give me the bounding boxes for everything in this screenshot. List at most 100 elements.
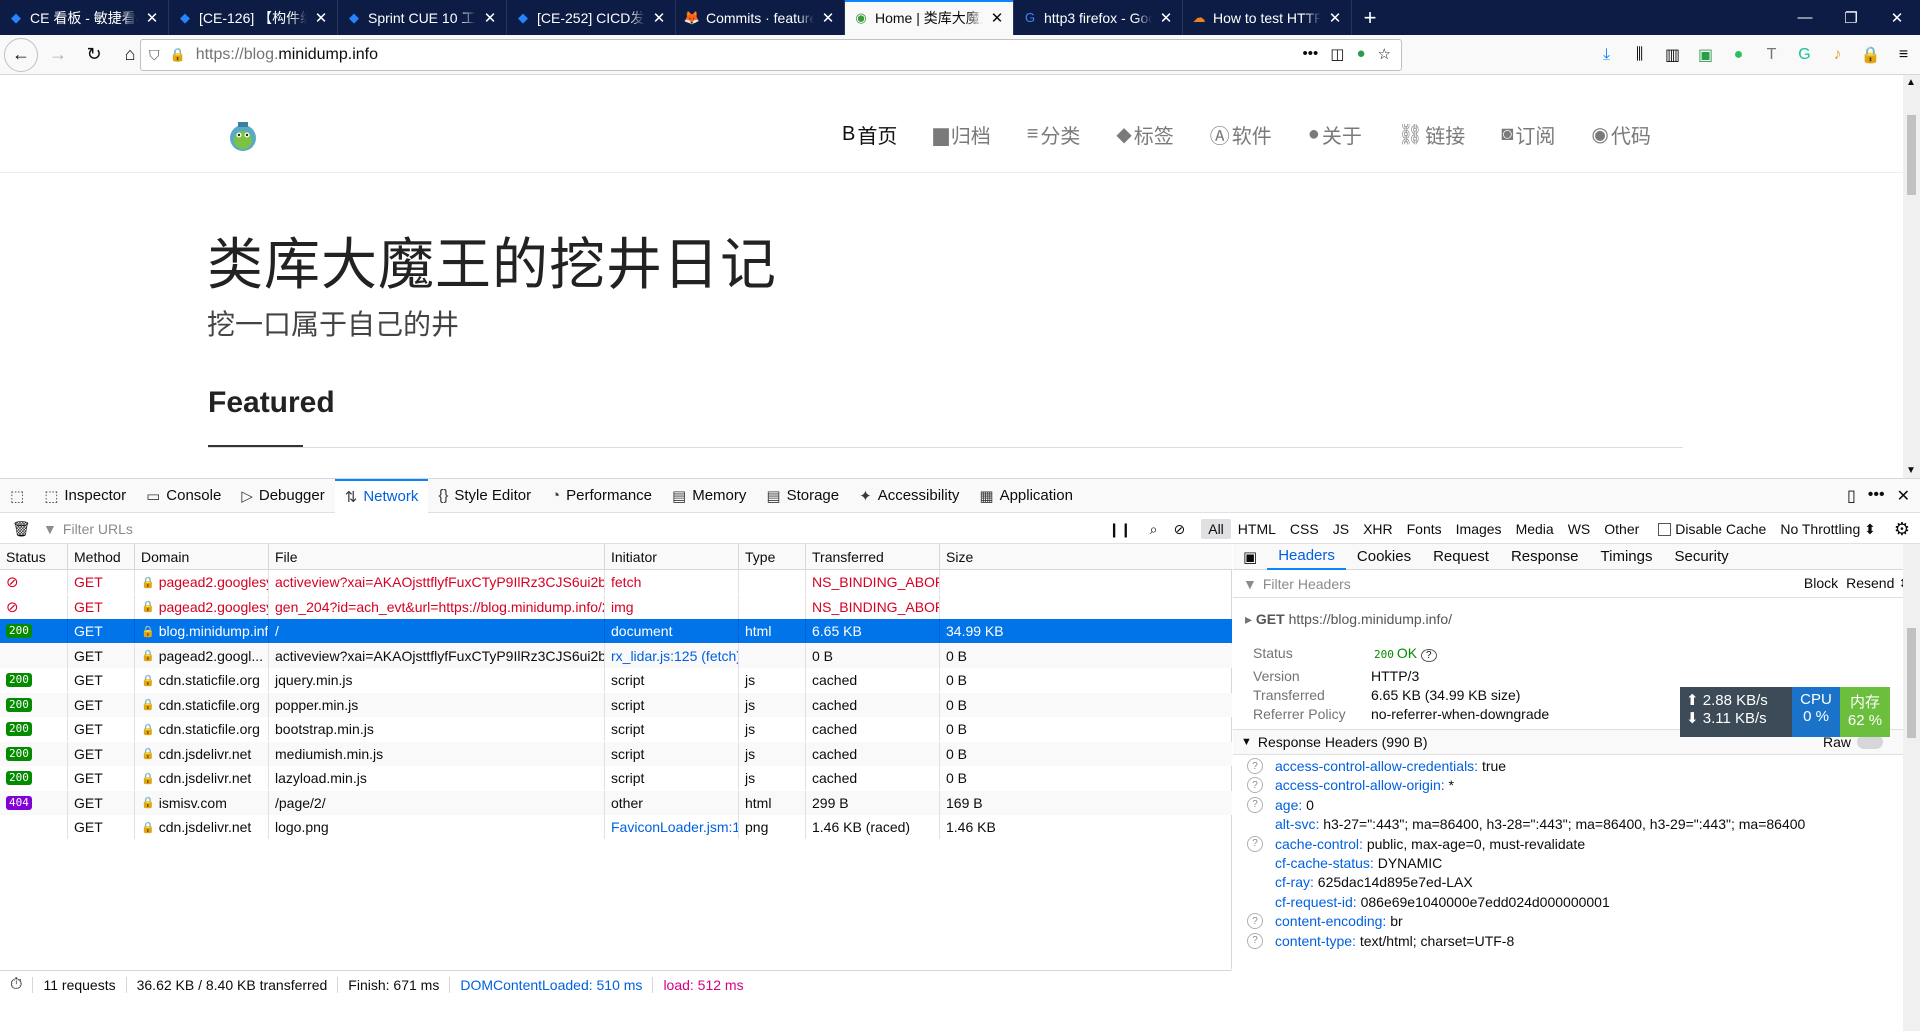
devtools-tab-memory[interactable]: ▤ Memory bbox=[662, 479, 756, 513]
close-tab-icon[interactable]: ✕ bbox=[144, 9, 160, 27]
clear-trash-icon[interactable]: 🗑 bbox=[12, 520, 31, 538]
header-help-icon[interactable]: ? bbox=[1247, 913, 1263, 930]
type-filter-js[interactable]: JS bbox=[1326, 519, 1356, 539]
type-filter-xhr[interactable]: XHR bbox=[1356, 519, 1400, 539]
close-tab-icon[interactable]: ✕ bbox=[1158, 9, 1174, 27]
details-tab-request[interactable]: Request bbox=[1422, 544, 1500, 570]
browser-tab[interactable]: 🦊 Commits · feature/ ✕ bbox=[676, 0, 845, 35]
browser-tab[interactable]: ◆ CE 看板 - 敏捷看板 ✕ bbox=[0, 0, 169, 35]
browser-tab[interactable]: ◆ Sprint CUE 10 工作 ✕ bbox=[338, 0, 507, 35]
column-header[interactable]: Transferred bbox=[805, 544, 939, 570]
restore-icon[interactable]: ❐ bbox=[1828, 0, 1874, 35]
type-filter-fonts[interactable]: Fonts bbox=[1400, 519, 1449, 539]
response-header-row[interactable]: ? age: 0 bbox=[1247, 796, 1314, 813]
header-help-icon[interactable]: ? bbox=[1247, 932, 1263, 949]
table-row[interactable]: 200 GET 🔒 cdn.jsdelivr.net lazyload.min.js sc… bbox=[0, 766, 1232, 790]
devtools-tab-debugger[interactable]: ▷ Debugger bbox=[231, 479, 334, 513]
forward-button[interactable]: → bbox=[42, 39, 74, 71]
reload-button[interactable]: ↻ bbox=[78, 39, 110, 71]
response-header-row[interactable]: cf-ray: 625dac14d895e7ed-LAX bbox=[1247, 874, 1473, 890]
response-header-row[interactable]: cf-request-id: 086e69e1040000e7edd024d00… bbox=[1247, 894, 1610, 910]
table-row[interactable]: 200 GET 🔒 blog.minidump.info / document html 6.… bbox=[0, 619, 1232, 643]
pocket-icon[interactable]: ◫ bbox=[1330, 45, 1344, 63]
close-tab-icon[interactable]: ✕ bbox=[820, 9, 836, 27]
pause-icon[interactable]: ❙❙ bbox=[1098, 521, 1141, 538]
header-help-icon[interactable]: ? bbox=[1247, 835, 1263, 852]
details-tab-timings[interactable]: Timings bbox=[1590, 544, 1664, 570]
table-row[interactable]: GET 🔒 cdn.jsdelivr.net logo.png FaviconLoade… bbox=[0, 815, 1232, 839]
dock-side-icon[interactable]: ▯ bbox=[1847, 486, 1856, 506]
element-picker-icon[interactable]: ⬚ bbox=[0, 479, 34, 513]
type-filter-images[interactable]: Images bbox=[1449, 519, 1509, 539]
music-icon[interactable]: ♪ bbox=[1821, 46, 1854, 64]
filter-urls-input[interactable]: Filter URLs bbox=[63, 521, 133, 537]
type-filter-other[interactable]: Other bbox=[1597, 519, 1646, 539]
padlock-extension-icon[interactable]: 🔒 bbox=[1854, 45, 1887, 65]
resend-button[interactable]: Resend ⬍ bbox=[1846, 575, 1910, 592]
sidebar-icon[interactable]: ▥ bbox=[1656, 45, 1689, 65]
response-header-row[interactable]: cf-cache-status: DYNAMIC bbox=[1247, 855, 1442, 871]
header-help-icon[interactable]: ? bbox=[1247, 777, 1263, 794]
table-row[interactable]: 200 GET 🔒 cdn.staticfile.org bootstrap.min.j… bbox=[0, 717, 1232, 741]
library-icon[interactable]: ⫼ bbox=[1623, 46, 1656, 64]
details-tab-response[interactable]: Response bbox=[1500, 544, 1590, 570]
header-help-icon[interactable]: ? bbox=[1247, 796, 1263, 813]
block-button[interactable]: Block bbox=[1804, 575, 1838, 592]
initiator-text[interactable]: rx_lidar.js:125 (fetch) bbox=[611, 648, 738, 664]
devtools-tab-application[interactable]: ▦ Application bbox=[969, 479, 1083, 513]
type-filter-media[interactable]: Media bbox=[1509, 519, 1561, 539]
extension-globe-icon[interactable]: ● bbox=[1356, 45, 1365, 63]
page-actions-icon[interactable]: ••• bbox=[1303, 45, 1319, 63]
shield-icon[interactable]: ⛉ bbox=[149, 47, 160, 64]
close-devtools-icon[interactable]: ✕ bbox=[1897, 486, 1910, 506]
site-nav-item[interactable]: ● 关于 bbox=[1308, 120, 1362, 149]
browser-tab[interactable]: ◆ [CE-126] 【构件编 ✕ bbox=[169, 0, 338, 35]
response-header-row[interactable]: ? access-control-allow-credentials: true bbox=[1247, 758, 1506, 774]
devtools-tab-style-editor[interactable]: {} Style Editor bbox=[428, 479, 541, 513]
browser-tab[interactable]: ☁ How to test HTTP/ ✕ bbox=[1183, 0, 1352, 35]
devtools-tab-inspector[interactable]: ⬚ Inspector bbox=[34, 479, 136, 513]
table-row[interactable]: ⊘ GET 🔒pagead2.googlesy... gen_204?id=ach_e… bbox=[0, 594, 1232, 619]
close-tab-icon[interactable]: ✕ bbox=[1327, 9, 1343, 27]
header-help-icon[interactable]: ? bbox=[1247, 758, 1263, 774]
menu-icon[interactable]: ≡ bbox=[1887, 46, 1920, 64]
download-icon[interactable]: ⤓ bbox=[1590, 46, 1623, 64]
site-nav-item[interactable]: ⛓ 链接 bbox=[1398, 120, 1465, 149]
devtools-tab-network[interactable]: ⇅ Network bbox=[334, 478, 429, 513]
close-window-icon[interactable]: ✕ bbox=[1874, 0, 1920, 35]
back-button[interactable]: ← bbox=[4, 37, 38, 72]
browser-tab[interactable]: Ghttp3 firefox - Goo ✕ bbox=[1014, 0, 1183, 35]
response-header-row[interactable]: ? content-type: text/html; charset=UTF-8 bbox=[1247, 932, 1514, 949]
close-tab-icon[interactable]: ✕ bbox=[651, 9, 667, 27]
site-nav-item[interactable]: ▆ 归档 bbox=[933, 120, 990, 149]
settings-gear-icon[interactable]: ⚙ bbox=[1894, 519, 1910, 540]
translate-icon[interactable]: T bbox=[1755, 46, 1788, 64]
block-url-icon[interactable]: ⊘ bbox=[1166, 521, 1194, 538]
grammarly-icon[interactable]: G bbox=[1788, 46, 1821, 64]
column-header[interactable]: Domain bbox=[134, 544, 268, 570]
help-icon[interactable]: ? bbox=[1421, 649, 1437, 662]
column-header[interactable]: File bbox=[268, 544, 604, 570]
site-nav-item[interactable]: ◉ 代码 bbox=[1591, 120, 1650, 149]
site-nav-item[interactable]: ◆ 标签 bbox=[1116, 120, 1173, 149]
response-header-row[interactable]: ? access-control-allow-origin: * bbox=[1247, 777, 1454, 794]
browser-tab[interactable]: ◆ [CE-252] CICD发版 ✕ bbox=[507, 0, 676, 35]
response-header-row[interactable]: ? cache-control: public, max-age=0, must-… bbox=[1247, 835, 1585, 852]
details-tab-cookies[interactable]: Cookies bbox=[1346, 544, 1422, 570]
type-filter-html[interactable]: HTML bbox=[1231, 519, 1283, 539]
site-logo[interactable] bbox=[228, 120, 258, 156]
type-filter-all[interactable]: All bbox=[1201, 519, 1231, 539]
filter-headers-input[interactable]: Filter Headers bbox=[1263, 576, 1351, 592]
column-header[interactable]: Method bbox=[67, 544, 134, 570]
bookmark-star-icon[interactable]: ☆ bbox=[1378, 45, 1391, 63]
new-tab-icon[interactable]: + bbox=[1352, 0, 1388, 35]
response-header-row[interactable]: ? content-encoding: br bbox=[1247, 913, 1403, 930]
url-bar[interactable]: ⛉ 🔒 https://blog. minidump.info ••• ◫ ● ☆ bbox=[140, 39, 1402, 71]
details-tab-security[interactable]: Security bbox=[1663, 544, 1739, 570]
column-header[interactable]: Type bbox=[738, 544, 805, 570]
evernote-icon[interactable]: ● bbox=[1722, 46, 1755, 64]
devtools-tab-console[interactable]: ▭ Console bbox=[136, 479, 231, 513]
table-row[interactable]: 200 GET 🔒 cdn.staticfile.org popper.min.js sc… bbox=[0, 692, 1232, 717]
column-header[interactable]: Status bbox=[0, 544, 67, 570]
table-row[interactable]: GET 🔒 pagead2.googl... activeview?xai=AKAOj… bbox=[0, 643, 1232, 668]
